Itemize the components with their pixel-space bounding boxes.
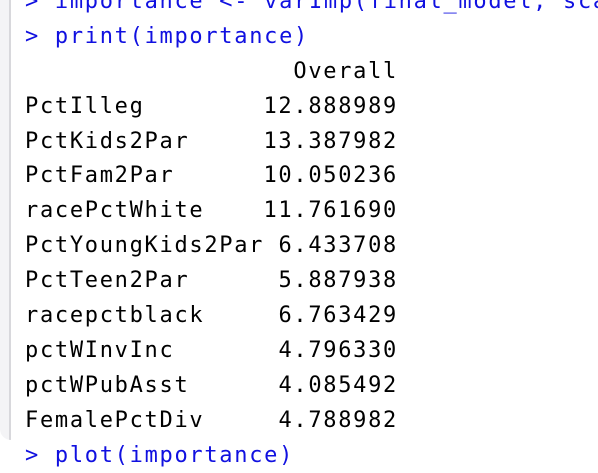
output-row: racePctWhite 11.761690 (25, 194, 598, 229)
output-row: FemalePctDiv 4.788982 (25, 404, 598, 439)
output-row: PctKids2Par 13.387982 (25, 125, 598, 160)
output-row: racepctblack 6.763429 (25, 299, 598, 334)
command-line: > print(importance) (25, 20, 598, 55)
command-line: > importance <- varImp(final_model, sca (25, 0, 598, 20)
prompt: > (25, 0, 40, 14)
importance-value: 13.387982 (263, 128, 398, 154)
output-row: PctYoungKids2Par 6.433708 (25, 229, 598, 264)
output-row: PctTeen2Par 5.887938 (25, 264, 598, 299)
importance-value: 5.887938 (278, 268, 398, 294)
importance-value: 6.433708 (278, 233, 398, 259)
command-text: print(importance) (54, 23, 309, 49)
importance-value: 12.888989 (263, 93, 398, 119)
console-gutter (0, 0, 11, 440)
output-row: PctIlleg 12.888989 (25, 90, 598, 125)
command-text: plot(importance) (54, 442, 295, 468)
output-row: PctFam2Par 10.050236 (25, 159, 598, 194)
variable-name: pctWInvInc (25, 337, 175, 363)
variable-name: racePctWhite (25, 198, 205, 224)
output-row: pctWPubAsst 4.085492 (25, 369, 598, 404)
variable-name: PctTeen2Par (25, 268, 190, 294)
variable-name: racepctblack (25, 303, 205, 329)
output-row: pctWInvInc 4.796330 (25, 334, 598, 369)
importance-value: 4.085492 (278, 372, 398, 398)
importance-value: 10.050236 (263, 163, 398, 189)
variable-name: PctIlleg (25, 93, 145, 119)
importance-value: 4.788982 (278, 407, 398, 433)
importance-value: 4.796330 (278, 337, 398, 363)
importance-value: 6.763429 (278, 303, 398, 329)
column-header: Overall (293, 58, 398, 84)
variable-name: PctKids2Par (25, 128, 190, 154)
variable-name: PctFam2Par (25, 163, 175, 189)
variable-name: pctWPubAsst (25, 372, 190, 398)
variable-name: FemalePctDiv (25, 407, 205, 433)
output-header: Overall (25, 55, 598, 90)
r-console[interactable]: > importance <- varImp(final_model, sca … (25, 0, 598, 473)
prompt: > (25, 442, 40, 468)
command-text: importance <- varImp(final_model, sca (54, 0, 598, 14)
importance-value: 11.761690 (263, 198, 398, 224)
variable-name: PctYoungKids2Par (25, 233, 265, 259)
prompt: > (25, 23, 40, 49)
